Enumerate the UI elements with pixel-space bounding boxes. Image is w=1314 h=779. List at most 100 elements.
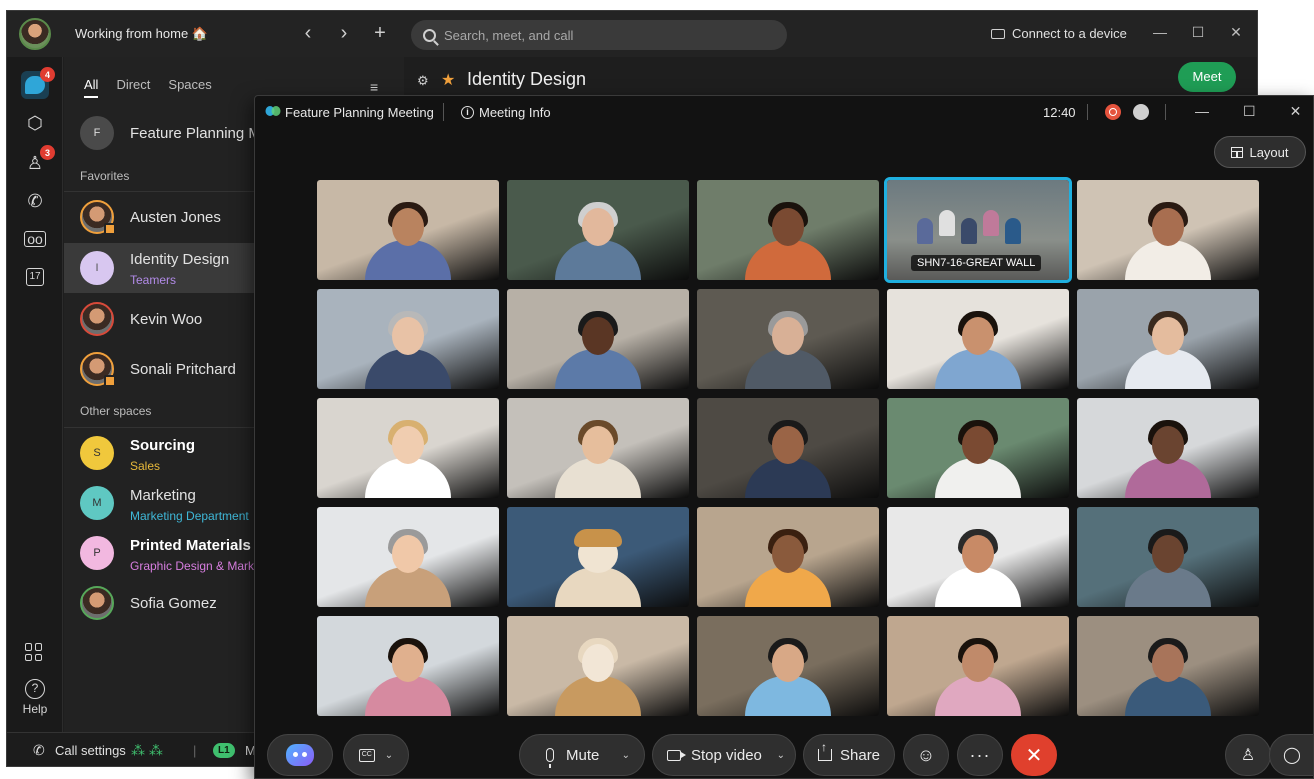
video-tile[interactable] (697, 289, 879, 389)
video-tile[interactable] (507, 398, 689, 498)
reactions-button[interactable]: ☺ (903, 734, 949, 776)
video-tile[interactable] (1077, 180, 1259, 280)
search-bar[interactable] (411, 20, 787, 50)
help-label: Help (22, 702, 48, 716)
video-tile[interactable] (887, 507, 1069, 607)
messaging-nav[interactable]: 4 (21, 67, 55, 99)
calling-nav[interactable]: ✆ (21, 187, 49, 215)
list-item-name: Marketing (130, 487, 196, 504)
gear-icon[interactable]: ⚙ (417, 73, 429, 89)
back-arrow-icon[interactable]: ‹ (297, 21, 319, 45)
search-input[interactable] (444, 27, 764, 43)
window-controls: — ☐ ✕ (1153, 24, 1243, 41)
participant-figure (1125, 202, 1211, 280)
meet-button[interactable]: Meet (1178, 62, 1236, 92)
video-tile[interactable] (887, 398, 1069, 498)
stop-video-button[interactable]: Stop video ⌄ (652, 734, 796, 776)
layout-button[interactable]: Layout (1214, 136, 1306, 168)
connect-device-button[interactable]: Connect to a device (991, 26, 1127, 41)
forward-arrow-icon[interactable]: › (333, 21, 355, 45)
participant-figure (745, 529, 831, 607)
teams-icon: ⬡ (27, 112, 43, 133)
more-options-button[interactable]: ··· (957, 734, 1003, 776)
participant-figure (745, 202, 831, 280)
info-icon: i (461, 106, 474, 119)
minimize-icon[interactable]: — (1153, 24, 1167, 41)
microphone-icon (546, 748, 554, 768)
new-plus-icon[interactable]: + (369, 21, 391, 45)
ai-assistant-button[interactable] (267, 734, 333, 776)
meeting-info-button[interactable]: i Meeting Info (461, 105, 551, 120)
chevron-down-icon[interactable]: ⌄ (385, 750, 393, 761)
video-tile[interactable] (697, 180, 879, 280)
maximize-icon[interactable]: ☐ (1243, 103, 1256, 120)
recording-icon[interactable] (1105, 104, 1121, 120)
mute-button[interactable]: Mute ⌄ (519, 734, 645, 776)
participant-figure (935, 420, 1021, 498)
video-tile[interactable] (317, 616, 499, 716)
chat-button[interactable]: ◯ (1269, 734, 1313, 776)
meeting-control-bar: CC ⌄ Mute ⌄ Stop video ⌄ Share ☺ ··· ✕ ♙ (255, 728, 1313, 778)
video-tile[interactable] (317, 180, 499, 280)
ai-assistant-status-icon[interactable] (1133, 104, 1149, 120)
participant-figure (1125, 638, 1211, 716)
list-item-name: Feature Planning M (130, 124, 261, 142)
video-tile[interactable] (697, 616, 879, 716)
participant-figure (365, 311, 451, 389)
video-tile[interactable] (1077, 616, 1259, 716)
video-tile[interactable] (507, 289, 689, 389)
close-icon[interactable]: ✕ (1290, 103, 1302, 120)
video-tile[interactable] (697, 398, 879, 498)
video-grid: SHN7-16-GREAT WALL (317, 177, 1261, 716)
video-tile[interactable] (1077, 507, 1259, 607)
calendar-nav[interactable]: 17 (21, 263, 49, 291)
profile-avatar[interactable] (19, 18, 51, 50)
stop-video-label: Stop video (691, 746, 762, 764)
space-avatar: F (80, 116, 114, 150)
video-tile[interactable] (1077, 289, 1259, 389)
smiley-icon: ☺ (916, 744, 936, 765)
leave-meeting-button[interactable]: ✕ (1011, 734, 1057, 776)
video-tile[interactable] (507, 180, 689, 280)
star-icon[interactable]: ★ (441, 70, 455, 90)
grid-layout-icon (1231, 146, 1244, 158)
video-tile[interactable] (507, 507, 689, 607)
chevron-down-icon[interactable]: ⌄ (622, 750, 630, 761)
filter-icon[interactable]: ≡ (370, 79, 378, 95)
voicemail-icon: oo (24, 231, 46, 247)
video-tile[interactable] (1077, 398, 1259, 498)
closed-captions-button[interactable]: CC ⌄ (343, 734, 409, 776)
video-tile[interactable] (317, 507, 499, 607)
calendar-icon: 17 (26, 268, 44, 286)
teams-nav[interactable]: ⬡ (21, 109, 49, 137)
participant-figure (745, 638, 831, 716)
video-tile[interactable] (317, 289, 499, 389)
chevron-down-icon[interactable]: ⌄ (777, 750, 785, 761)
video-tile[interactable]: SHN7-16-GREAT WALL (884, 177, 1072, 283)
video-tile[interactable] (887, 289, 1069, 389)
video-tile[interactable] (317, 398, 499, 498)
share-icon (818, 740, 832, 761)
tab-all[interactable]: All (84, 77, 99, 98)
tab-direct[interactable]: Direct (116, 77, 150, 98)
video-tile[interactable] (507, 616, 689, 716)
participants-button[interactable]: ♙ (1225, 734, 1271, 776)
tab-spaces[interactable]: Spaces (168, 77, 211, 98)
participant-figure (555, 202, 641, 280)
video-tile[interactable] (697, 507, 879, 607)
maximize-icon[interactable]: ☐ (1191, 24, 1205, 41)
help-button[interactable]: ? Help (15, 679, 55, 716)
closed-captions-icon: CC (358, 748, 375, 762)
contacts-nav[interactable]: ♙ 3 (21, 145, 55, 177)
share-button[interactable]: Share (803, 734, 895, 776)
list-item-team: Graphic Design & Mark (130, 559, 255, 573)
list-item-team: Teamers (130, 273, 177, 287)
phone-icon: ✆ (27, 190, 43, 211)
voicemail-nav[interactable]: oo (21, 225, 49, 253)
camera-icon (667, 749, 686, 761)
status-message[interactable]: Working from home 🏠 (75, 26, 208, 42)
close-icon[interactable]: ✕ (1229, 24, 1243, 41)
minimize-icon[interactable]: — (1195, 103, 1209, 120)
video-tile[interactable] (887, 616, 1069, 716)
apps-grid-icon[interactable] (25, 643, 43, 661)
